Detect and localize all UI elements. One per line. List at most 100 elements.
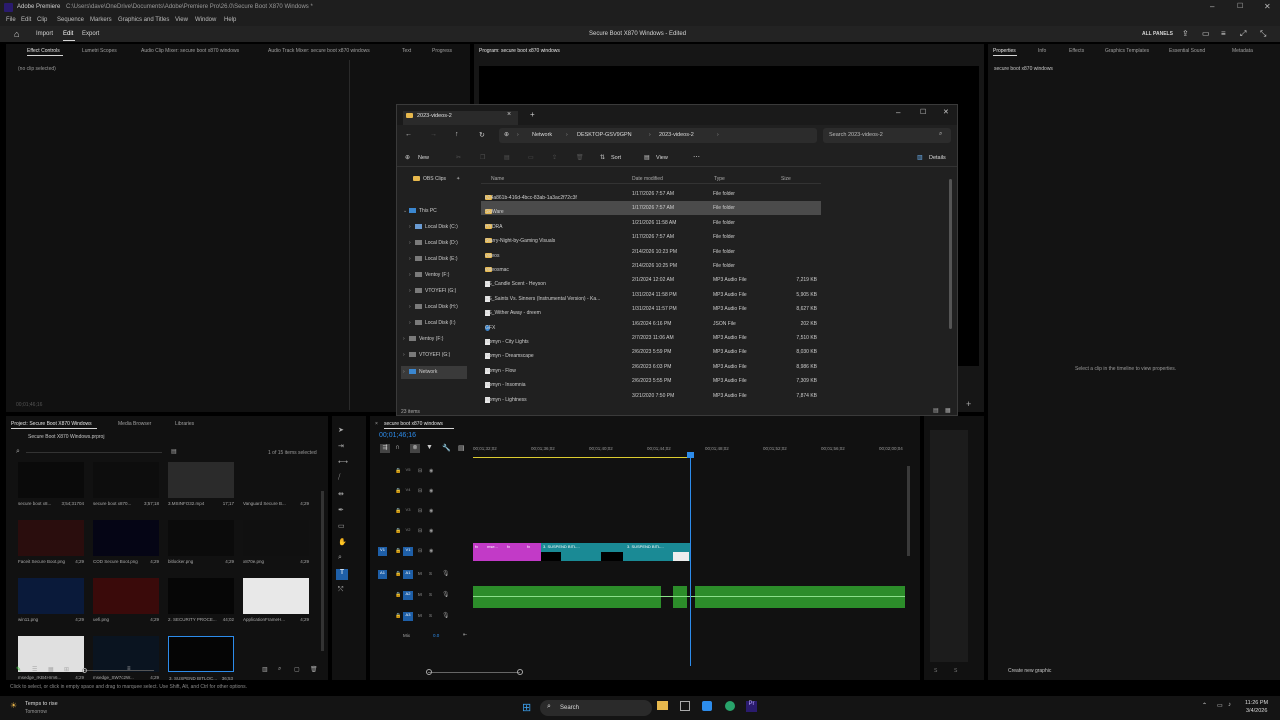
edit-tab[interactable]: Edit [63,31,73,37]
project-item[interactable]: secure boot x870... 3;57;18 [93,462,159,506]
ripple-edit-icon[interactable]: ⟷ [338,458,348,466]
source-patch[interactable]: V1 [378,547,387,556]
source-patch[interactable]: A1 [378,570,387,579]
nav-drive-c[interactable]: › Local Disk (C:) [409,224,458,230]
video-track-header[interactable]: 🔒 V3 ⊟ ◉ [378,506,468,518]
new-icon[interactable]: ⊕ [405,154,410,161]
menu-markers[interactable]: Markers [90,17,112,23]
network-tray-icon[interactable]: ▭ [1217,702,1223,709]
tab-libraries[interactable]: Libraries [175,421,194,427]
video-track-header[interactable]: V1 🔒 V1 ⊟ ◉ [378,546,468,558]
cut-icon[interactable]: ✂ [456,154,461,161]
file-row[interactable]: Nomyn - Dreamscape 2/6/2023 5:59 PM MP3 Au… [481,345,821,360]
file-row[interactable]: Nomyn - Flow 2/6/2023 6:03 PM MP3 Audio Fi… [481,360,821,374]
zoom-left-handle[interactable] [426,669,432,675]
track-label[interactable]: V2 [403,527,413,536]
forward-icon[interactable]: → [430,131,437,138]
audio-clip-a2-2[interactable] [673,586,687,608]
zoom-slider[interactable] [84,670,154,671]
slip-tool-icon[interactable]: ⇹ [338,490,348,498]
nav-drive-e[interactable]: › Local Disk (E:) [409,256,458,262]
track-label[interactable]: A1 [403,570,413,579]
tab-program-monitor[interactable]: Program: secure boot x870 windows [479,48,560,54]
playhead[interactable] [690,452,691,666]
razor-tool-icon[interactable]: ⧸ [338,474,348,482]
menu-help[interactable]: Help [224,17,236,23]
tab-effects[interactable]: Effects [1069,48,1084,54]
breadcrumb-desktop[interactable]: DESKTOP-GSV9GPN [577,132,632,138]
lock-icon[interactable]: 🔒 [395,548,401,554]
search-icon[interactable]: ⌕ [16,448,20,456]
track-label[interactable]: V5 [403,467,413,476]
eye-icon[interactable]: ◉ [429,468,433,474]
up-icon[interactable]: ↑ [455,131,459,138]
track-label[interactable]: A3 [403,612,413,621]
tab-effect-controls[interactable]: Effect Controls [27,48,60,54]
audio-track-header[interactable]: 🔒 A2 M S 🎙 [378,590,468,602]
file-row[interactable]: GFX 1/6/2024 6:16 PM JSON File 202 KB [481,317,821,331]
browser-icon[interactable] [725,701,735,711]
trash-icon[interactable]: 🗑 [310,666,318,673]
freeform-view-icon[interactable]: ⊞ [64,666,69,673]
microphone-icon[interactable]: 🎙 [442,591,450,598]
tiles-view-icon[interactable]: ▦ [945,407,951,414]
file-row[interactable]: ES_Candle Scent - Heyson 2/1/2024 12:02 A… [481,273,821,288]
video-clip-suspend-1[interactable]: 3. SUSPEND BITL... [541,543,625,561]
column-size[interactable]: Size [781,176,791,182]
sync-lock-icon[interactable]: ⊟ [418,528,422,534]
timeline-timecode[interactable]: 00;01;46;16 [379,432,416,439]
fullscreen-icon[interactable]: ⤡ [1260,29,1266,39]
sync-lock-icon[interactable]: ⊟ [418,508,422,514]
zoom-tool-icon[interactable]: ⌕ [338,554,348,562]
menu-lines-icon[interactable]: ≡ [1221,29,1226,38]
nav-drive-h[interactable]: › Local Disk (H:) [409,304,458,310]
menu-clip[interactable]: Clip [37,17,47,23]
sync-lock-icon[interactable]: ⊟ [418,548,422,554]
more-options-icon[interactable]: ⋯ [693,153,700,161]
delete-icon[interactable]: 🗑 [576,154,584,161]
new-button[interactable]: New [418,155,429,161]
pen-tool-icon[interactable]: ✒ [338,506,348,514]
create-new-graphic-button[interactable]: Create new graphic [1008,668,1051,674]
rectangle-tool-icon[interactable]: ▭ [338,522,348,530]
timeline-scrollbar-v[interactable] [907,466,910,556]
search-input[interactable] [26,452,162,453]
search-box[interactable]: Search 2023-videos-2 ⌕ [823,128,951,143]
mute-button[interactable]: M [418,613,422,618]
taskbar-search[interactable]: ⌕ Search [540,700,652,716]
solo-button[interactable]: S [429,613,432,618]
wrench-icon[interactable]: 🔧 [442,444,451,452]
all-panels-button[interactable]: ALL PANELS [1142,31,1173,37]
linked-selection-icon[interactable]: ⊗ [410,444,420,453]
icon-view-icon[interactable]: ▦ [48,666,54,673]
file-row[interactable]: videos 2/14/2026 10:23 PM File folder [481,245,821,259]
nav-vtoyefi-g[interactable]: › VTOYEFI (G:) [409,288,456,294]
add-marker-icon[interactable]: ▼ [426,444,433,451]
tab-metadata[interactable]: Metadata [1232,48,1253,54]
tab-project[interactable]: Project: Secure Boot X870 Windows [11,421,92,427]
file-row[interactable]: ES_Saints Vs. Sinners (Instrumental Vers… [481,288,821,302]
file-row[interactable]: Nomyn - Lightness 3/21/2020 7:50 PM MP3 Au… [481,389,821,403]
type-tool-icon[interactable]: T [336,569,348,580]
automate-icon[interactable]: ▥ [262,666,268,673]
clock-time[interactable]: 11:26 PM [1245,700,1268,706]
source-patch[interactable] [378,612,387,621]
menu-file[interactable]: File [6,17,16,23]
column-date[interactable]: Date modified [632,176,663,182]
tab-progress[interactable]: Progress [432,48,452,54]
menu-view[interactable]: View [175,17,188,23]
expand-icon[interactable]: ⤢ [1240,29,1246,39]
video-track-header[interactable]: 🔒 V4 ⊟ ◉ [378,486,468,498]
microphone-icon[interactable]: 🎙 [442,612,450,619]
sort-icon[interactable]: ⇅ [600,154,605,161]
close-icon[interactable]: ✕ [1264,2,1271,11]
view-button[interactable]: View [656,155,668,161]
lock-icon[interactable]: 🔒 [395,592,401,598]
hand-tool-icon[interactable]: ✋ [338,538,348,546]
audio-track-header[interactable]: 🔒 A3 M S 🎙 [378,611,468,623]
sort-icon[interactable]: ≡ [127,666,131,672]
scrollbar[interactable] [949,179,952,329]
tab-essential-sound[interactable]: Essential Sound [1169,48,1205,54]
explorer-close-icon[interactable]: ✕ [943,108,949,116]
clock-date[interactable]: 3/4/2026 [1246,708,1267,714]
